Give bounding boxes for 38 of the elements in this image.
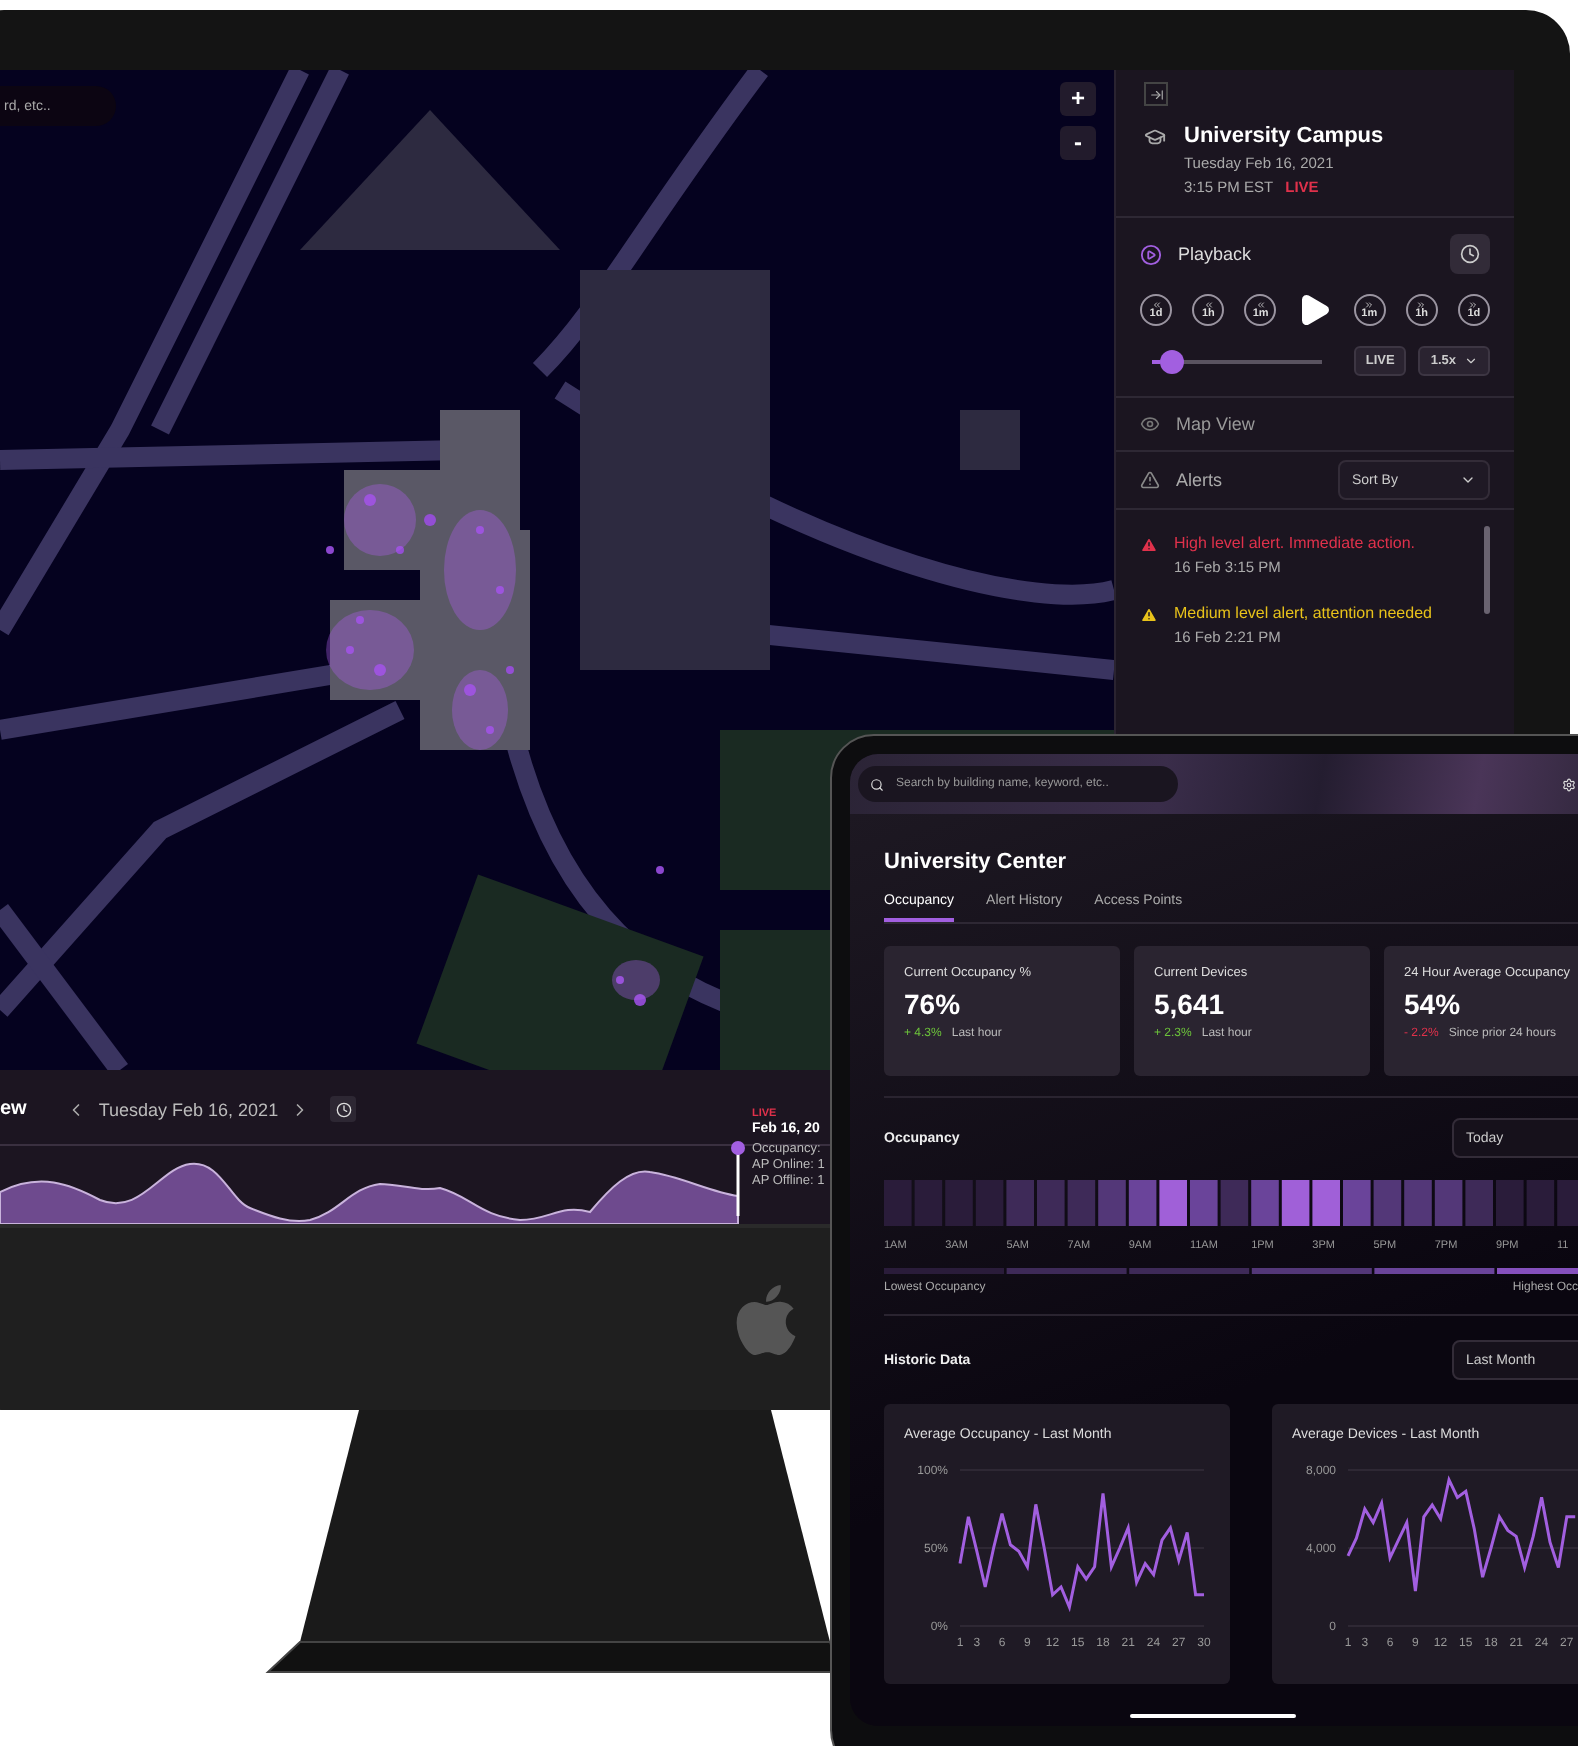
alert-message[interactable]: Medium level alert, attention needed (1174, 604, 1432, 622)
double-chevron-right-icon (1416, 299, 1427, 310)
warning-icon (1140, 606, 1158, 624)
double-chevron-left-icon (1203, 299, 1214, 310)
playback-label: Playback (1178, 244, 1252, 264)
stat-value: 54% (1404, 988, 1463, 1020)
double-chevron-right-icon (1468, 299, 1479, 310)
collapse-icon[interactable] (1144, 82, 1168, 106)
settings-icon[interactable] (1562, 777, 1576, 791)
double-chevron-left-icon (1151, 299, 1161, 310)
chevron-down-icon (1460, 472, 1476, 488)
double-chevron-left-icon (1255, 299, 1266, 310)
stat-value: 76% (904, 988, 963, 1020)
alert-message[interactable]: High level alert. Immediate action. (1174, 534, 1415, 552)
eye-icon (1140, 414, 1160, 434)
campus-title: University Campus (1184, 124, 1384, 148)
zoom-out-button[interactable]: - (1060, 126, 1096, 160)
warning-icon (1140, 536, 1158, 554)
building-title: University Center (884, 850, 1069, 874)
play-circle-icon (1140, 243, 1162, 265)
scrollbar[interactable] (1484, 526, 1490, 614)
timeline-title: ew (0, 1098, 27, 1120)
map-view-label[interactable]: Map View (1176, 414, 1255, 434)
slider-thumb[interactable] (1160, 349, 1185, 373)
clock-icon[interactable] (330, 1096, 357, 1122)
stat-value: 5,641 (1154, 988, 1227, 1020)
timeline-date: Tuesday Feb 16, 2021 (98, 1099, 279, 1119)
double-chevron-right-icon (1364, 299, 1375, 310)
live-marker-drawing (730, 1140, 746, 1216)
alerts-label: Alerts (1176, 470, 1223, 490)
play-icon[interactable] (1296, 292, 1333, 328)
history-button[interactable] (1450, 234, 1490, 274)
chevron-down-icon (1464, 354, 1478, 368)
zoom-in-button[interactable]: + (1060, 82, 1096, 116)
warning-icon (1140, 470, 1160, 490)
clock-icon (1460, 244, 1480, 264)
search-icon (870, 777, 884, 791)
graduation-cap-icon (1144, 125, 1166, 147)
